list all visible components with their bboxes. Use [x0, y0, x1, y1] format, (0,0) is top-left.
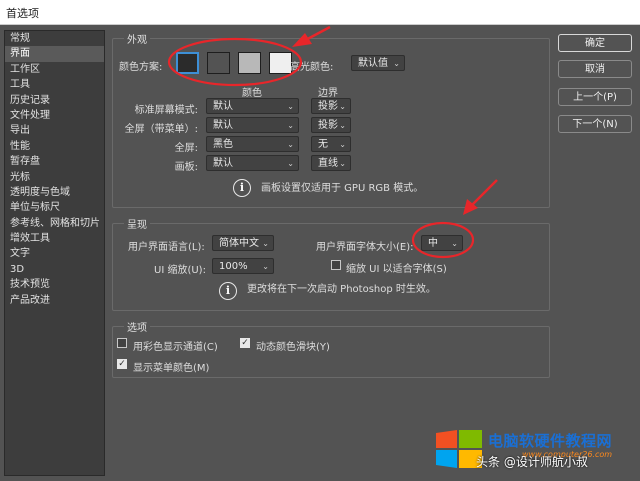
- annotation-overlay: [167, 25, 498, 259]
- font-size-highlight-circle: [411, 221, 475, 259]
- watermark: 电脑软硬件教程网 www.computer26.com 头条 @设计师航小叔: [432, 424, 640, 481]
- arrow-head-icon: [292, 33, 312, 47]
- watermark-signature: 头条 @设计师航小叔: [476, 455, 588, 469]
- arrow-line: [468, 179, 498, 209]
- color-scheme-highlight-circle: [167, 37, 303, 87]
- watermark-title: 电脑软硬件教程网: [488, 432, 613, 450]
